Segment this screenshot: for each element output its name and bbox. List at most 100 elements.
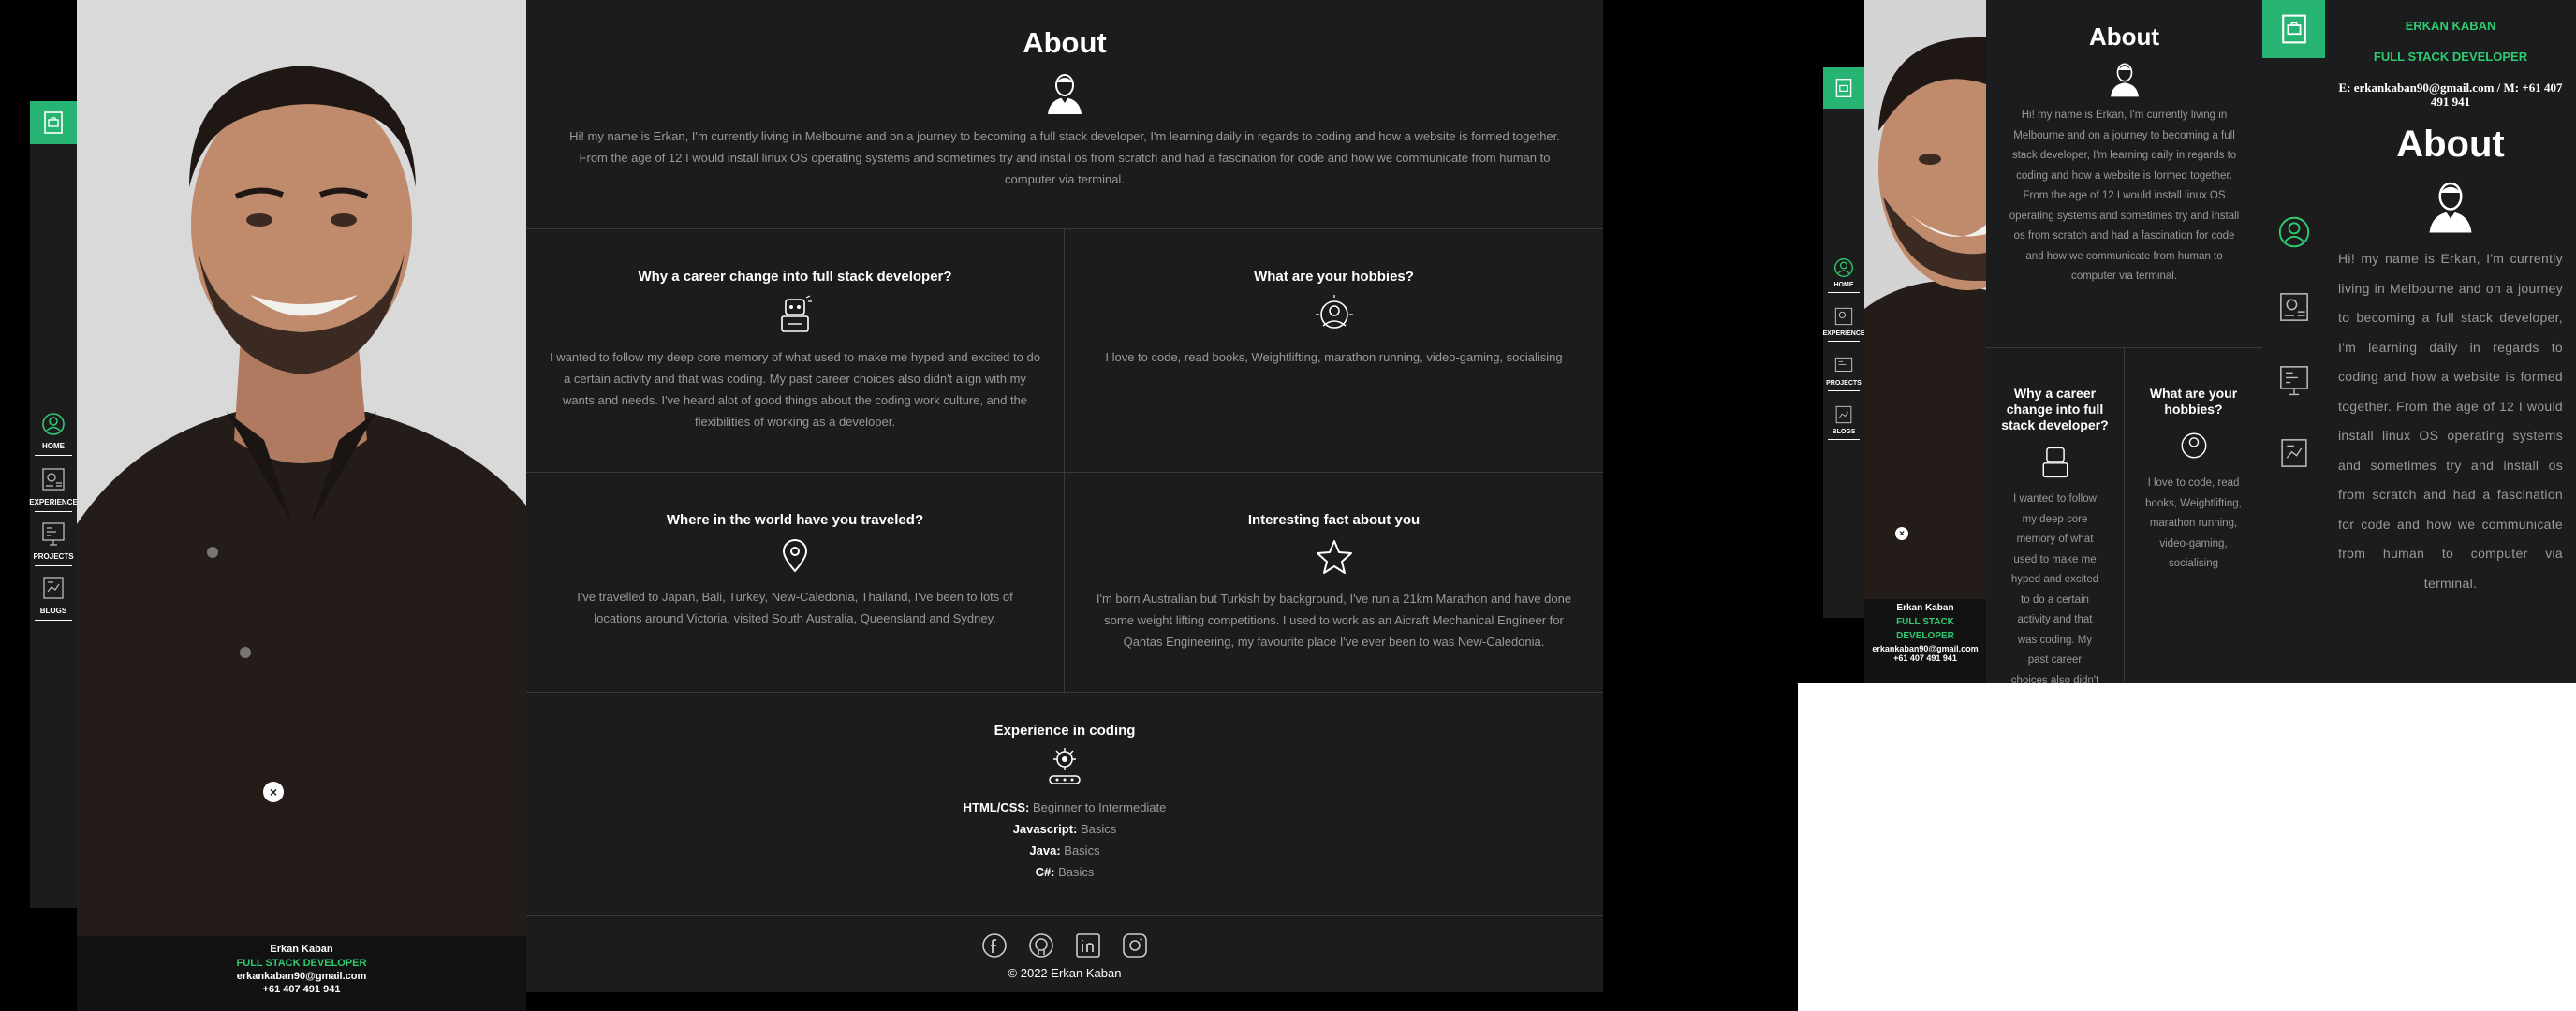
profile-email[interactable]: erkankaban90@gmail.com [77,971,526,982]
location-pin-icon [526,539,1064,573]
mobile-contact-line: E: erkankaban90@gmail.com / M: +61 407 4… [2338,81,2563,109]
tablet-profile-caption: Erkan Kaban FULL STACK DEVELOPER erkanka… [1864,599,1986,683]
gear-resume-icon [1834,307,1853,326]
travel-heading: Where in the world have you traveled? [666,512,924,528]
nav-divider [1828,390,1860,391]
mobile-nav-experience[interactable] [2277,290,2311,324]
tablet-logo-button[interactable] [1823,67,1864,109]
profile-name: Erkan Kaban [270,944,333,955]
footer: © 2022 Erkan Kaban [526,916,1603,992]
tablet-intro-section: About Hi! my name is Erkan, I'm currentl… [1986,0,2262,348]
social-links [526,932,1603,959]
fact-heading: Interesting fact about you [1247,512,1420,528]
mobile-intro-text: Hi! my name is Erkan, I'm currently livi… [2338,251,2563,591]
profile-phone: +61 407 491 941 [262,984,341,995]
career-heading: Why a career change into full stack deve… [638,269,952,285]
experience-heading: Experience in coding [994,723,1136,739]
book-logo-icon [44,111,63,134]
gamer-icon [1065,294,1603,335]
tablet-nav-home-label: HOME [1833,282,1854,288]
chart-doc-icon [2281,439,2307,467]
about-intro-text: Hi! my name is Erkan, I'm currently livi… [569,129,1560,186]
mobile-nav-blogs[interactable] [2277,436,2311,470]
chart-doc-icon [1835,405,1852,424]
person-icon [2007,61,2242,98]
hobbies-heading: What are your hobbies? [1254,269,1414,285]
tablet-close-photo-button[interactable]: × [1895,527,1908,540]
close-icon: × [1899,528,1905,539]
tablet-career-heading: Why a career change into full stack deve… [2001,386,2109,432]
skill-row: C#: Basics [526,861,1603,883]
user-circle-icon [1834,258,1853,277]
user-circle-icon [42,413,65,435]
tablet-profile-title: FULL STACK [1896,617,1954,627]
person-icon [2325,179,2576,235]
skill-level: Beginner to Intermediate [1033,800,1167,814]
facebook-icon[interactable] [981,932,1008,959]
mobile-about-page: ERKAN KABAN FULL STACK DEVELOPER E: erka… [2325,0,2576,683]
copyright: © 2022 Erkan Kaban [1008,966,1122,980]
tablet-profile-title-rest: DEVELOPER [1896,631,1954,641]
tablet-nav-blogs[interactable]: BLOGS [1823,404,1864,440]
career-text: I wanted to follow my deep core memory o… [550,350,1040,429]
tablet-profile-name: Erkan Kaban [1896,603,1954,613]
profile-photo [77,0,526,936]
tablet-nav-projects-label: PROJECTS [1826,380,1862,387]
nav-divider [35,511,72,512]
nav-home[interactable]: HOME [30,412,77,456]
person-icon [526,71,1603,116]
tablet-page-title: About [2088,22,2160,51]
page-title: About [1023,26,1107,59]
tablet-profile-photo [1864,0,1986,608]
close-photo-button[interactable]: × [263,782,284,802]
about-page: About Hi! my name is Erkan, I'm currentl… [526,0,1603,992]
skill-name: Javascript: [1012,822,1078,836]
star-icon [1065,539,1603,575]
book-logo-icon [1835,79,1852,97]
tablet-hobbies-text: I love to code, read books, Weightliftin… [2145,477,2242,569]
linkedin-icon[interactable] [1075,932,1101,959]
logo-button[interactable] [30,101,77,144]
tablet-career-text: I wanted to follow my deep core memory o… [2010,493,2099,683]
skill-row: HTML/CSS: Beginner to Intermediate [526,797,1603,818]
skill-level: Basics [1080,822,1117,836]
book-logo-icon [2281,14,2306,44]
about-intro-section: About Hi! my name is Erkan, I'm currentl… [526,0,1603,229]
experience-section: Experience in coding HTML/CSS: Beginner … [526,693,1603,916]
tablet-nav-experience[interactable]: EXPERIENCE [1822,306,1865,342]
blank-area [1798,683,2576,1011]
nav-experience[interactable]: EXPERIENCE [29,466,78,512]
skill-row: Javascript: Basics [526,818,1603,840]
nav-projects[interactable]: PROJECTS [30,520,77,566]
gear-resume-icon [2280,293,2308,321]
tablet-nav-blogs-label: BLOGS [1832,429,1856,435]
tablet-nav-home[interactable]: HOME [1823,257,1864,293]
gear-resume-icon [42,468,65,491]
skill-level: Basics [1058,865,1095,879]
gamer-icon [2134,427,2253,464]
board-icon [42,522,65,546]
robot-icon [1995,443,2114,480]
mobile-nav-projects[interactable] [2277,363,2311,397]
skill-level: Basics [1064,843,1100,857]
hobbies-text: I love to code, read books, Weightliftin… [1105,350,1563,364]
github-icon[interactable] [1028,932,1054,959]
tablet-career-section: Why a career change into full stack deve… [1986,348,2125,683]
skill-name: HTML/CSS: [963,800,1030,814]
mobile-nav-home[interactable] [2277,215,2311,249]
fact-section: Interesting fact about you I'm born Aust… [1065,473,1603,693]
nav-blogs[interactable]: BLOGS [30,575,77,621]
tablet-profile-email[interactable]: erkankaban90@gmail.com [1864,644,1986,653]
mobile-profile-title: FULL STACK DEVELOPER [2373,50,2528,64]
fact-text: I'm born Australian but Turkish by backg… [1096,592,1572,649]
tablet-hobbies-section: What are your hobbies? I love to code, r… [2125,348,2262,683]
mobile-logo-button[interactable] [2262,0,2325,58]
tablet-nav-projects[interactable]: PROJECTS [1823,356,1864,391]
user-circle-icon [2278,216,2310,248]
circuit-gear-icon [526,746,1603,787]
instagram-icon[interactable] [1122,932,1148,959]
nav-home-label: HOME [42,442,65,450]
skills-list: HTML/CSS: Beginner to Intermediate Javas… [526,797,1603,883]
board-icon [2280,366,2308,396]
nav-divider [1828,439,1860,440]
